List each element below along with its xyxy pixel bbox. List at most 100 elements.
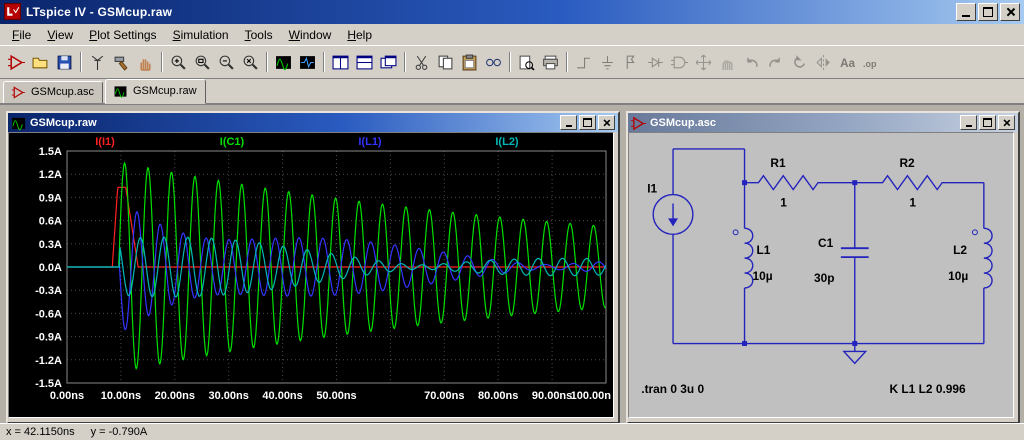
component-label[interactable]: L1	[756, 243, 770, 257]
zoom-out-icon	[218, 54, 235, 71]
legend-I(L2)[interactable]: I(L2)	[495, 136, 519, 148]
print-button[interactable]	[538, 50, 562, 74]
component-value[interactable]: 1	[909, 196, 916, 210]
tabstrip: GSMcup.asc GSMcup.raw	[0, 79, 1024, 104]
waveform-close-button[interactable]	[598, 115, 615, 130]
spice-directive-button: .op	[859, 50, 883, 74]
resistor-R1[interactable]	[745, 176, 855, 190]
save-button[interactable]	[52, 50, 76, 74]
rotate-button	[787, 50, 811, 74]
schematic-canvas[interactable]: I1 R1 1 R2 1 L1 10µ C1 30p L2 10µ .tran …	[629, 133, 1013, 417]
current-source-I1[interactable]	[653, 195, 693, 235]
cascade-button[interactable]	[376, 50, 400, 74]
component-value[interactable]: 10µ	[752, 269, 772, 283]
undo-button	[739, 50, 763, 74]
cursor-x-readout: x = 42.1150ns	[6, 426, 75, 438]
polarity-dot-icon	[972, 230, 977, 235]
find-button[interactable]	[481, 50, 505, 74]
capacitor-C1[interactable]	[841, 248, 869, 257]
redo-icon	[767, 54, 784, 71]
tab-label: GSMcup.raw	[133, 85, 197, 97]
legend-I(L1)[interactable]: I(L1)	[358, 136, 382, 148]
svg-text:0.9A: 0.9A	[39, 192, 62, 204]
component-button	[667, 50, 691, 74]
component-label[interactable]: I1	[647, 182, 657, 196]
coupling-directive-text[interactable]: K L1 L2 0.996	[890, 382, 966, 396]
mirror-icon	[815, 54, 832, 71]
toolbar-separator	[562, 50, 571, 74]
svg-text:20.00ns: 20.00ns	[155, 390, 195, 402]
menu-window[interactable]: Window	[281, 25, 340, 45]
waveform-maximize-button[interactable]	[579, 115, 596, 130]
inductor-L2[interactable]	[972, 228, 992, 288]
component-value[interactable]: 30p	[814, 271, 835, 285]
menu-help[interactable]: Help	[339, 25, 380, 45]
tab-label: GSMcup.asc	[31, 86, 94, 98]
legend-I(C1)[interactable]: I(C1)	[220, 136, 245, 148]
spice-directive-text[interactable]: .tran 0 3u 0	[641, 382, 704, 396]
menu-plot-settings[interactable]: Plot Settings	[81, 25, 164, 45]
waveform-plot[interactable]: 1.5A1.2A0.9A0.6A0.3A0.0A-0.3A-0.6A-0.9A-…	[9, 133, 613, 417]
zoom-in-icon	[170, 54, 187, 71]
polarity-dot-icon	[733, 230, 738, 235]
menu-file[interactable]: File	[4, 25, 39, 45]
zoom-extents-button[interactable]	[238, 50, 262, 74]
component-value[interactable]: 1	[780, 196, 787, 210]
control-panel-button[interactable]	[109, 50, 133, 74]
menu-view[interactable]: View	[39, 25, 81, 45]
copy-button[interactable]	[433, 50, 457, 74]
component-label[interactable]: R2	[899, 156, 915, 170]
inductor-L1[interactable]	[733, 228, 753, 288]
plot-settings-button[interactable]	[295, 50, 319, 74]
zoom-in-button[interactable]	[166, 50, 190, 74]
schematic-minimize-button[interactable]	[960, 115, 977, 130]
diode-button	[643, 50, 667, 74]
maximize-icon	[583, 118, 592, 127]
run-button[interactable]	[85, 50, 109, 74]
waveform-window[interactable]: GSMcup.raw 1.5A1.2A0.9A0.6A0.3A0.0A-0.3A…	[6, 111, 620, 423]
label-net-icon	[623, 54, 640, 71]
schematic-window-titlebar[interactable]: GSMcup.asc	[628, 113, 1018, 132]
resistor-R2[interactable]	[855, 176, 984, 190]
schematic-close-button[interactable]	[998, 115, 1015, 130]
zoom-extents-icon	[242, 54, 259, 71]
ground-symbol-icon[interactable]	[844, 344, 866, 364]
cut-button[interactable]	[409, 50, 433, 74]
tab-gsmcup.asc[interactable]: GSMcup.asc	[3, 81, 103, 103]
svg-text:.op: .op	[863, 59, 877, 69]
schematic-maximize-button[interactable]	[979, 115, 996, 130]
cascade-icon	[380, 54, 397, 71]
svg-text:-0.9A: -0.9A	[35, 332, 62, 344]
zoom-area-button[interactable]	[190, 50, 214, 74]
svg-text:1.5A: 1.5A	[39, 146, 62, 158]
print-preview-button[interactable]	[514, 50, 538, 74]
schematic-window[interactable]: GSMcup.asc	[626, 111, 1020, 423]
app-titlebar[interactable]: LTspice IV - GSMcup.raw	[0, 0, 1024, 24]
menu-tools[interactable]: Tools	[237, 25, 281, 45]
open-icon	[32, 54, 49, 71]
component-label[interactable]: C1	[818, 236, 834, 250]
tile-vertical-button[interactable]	[328, 50, 352, 74]
tile-horizontal-button[interactable]	[352, 50, 376, 74]
maximize-button[interactable]	[978, 3, 998, 21]
open-button[interactable]	[28, 50, 52, 74]
close-button[interactable]	[1000, 3, 1020, 21]
component-label[interactable]: R1	[770, 156, 786, 170]
mirror-button	[811, 50, 835, 74]
component-value[interactable]: 10µ	[948, 269, 968, 283]
toolbar: Aa.op	[0, 45, 1024, 79]
autorange-icon	[275, 54, 292, 71]
copy-icon	[437, 54, 454, 71]
legend-I(I1)[interactable]: I(I1)	[95, 136, 115, 148]
menu-simulation[interactable]: Simulation	[165, 25, 237, 45]
zoom-out-button[interactable]	[214, 50, 238, 74]
new-schematic-button[interactable]	[4, 50, 28, 74]
minimize-button[interactable]	[956, 3, 976, 21]
halt-button[interactable]	[133, 50, 157, 74]
waveform-minimize-button[interactable]	[560, 115, 577, 130]
component-label[interactable]: L2	[953, 243, 967, 257]
paste-button[interactable]	[457, 50, 481, 74]
tab-gsmcup.raw[interactable]: GSMcup.raw	[105, 79, 206, 104]
waveform-window-titlebar[interactable]: GSMcup.raw	[8, 113, 618, 132]
autorange-button[interactable]	[271, 50, 295, 74]
